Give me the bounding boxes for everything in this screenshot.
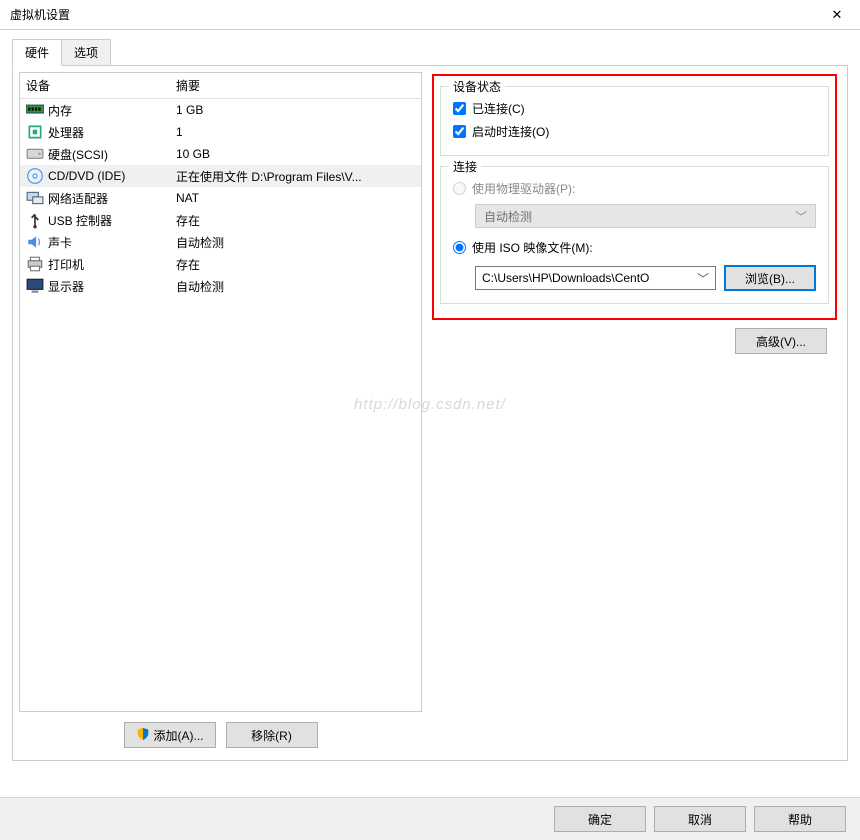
content-area: 设备 摘要 内存 1 GB 处理器 1 xyxy=(12,65,848,761)
connected-label: 已连接(C) xyxy=(472,100,525,117)
row-label: 网络适配器 xyxy=(48,190,176,207)
list-row-network[interactable]: 网络适配器 NAT xyxy=(20,187,421,209)
list-row-cpu[interactable]: 处理器 1 xyxy=(20,121,421,143)
list-header: 设备 摘要 xyxy=(20,73,421,99)
highlight-annotation: 设备状态 已连接(C) 启动时连接(O) 连接 使用物理驱动器(P): xyxy=(432,74,837,320)
row-summary: 存在 xyxy=(176,212,415,229)
auto-detect-value: 自动检测 xyxy=(484,208,532,225)
connect-on-start-checkbox[interactable] xyxy=(453,125,466,138)
row-summary: 自动检测 xyxy=(176,278,415,295)
use-physical-radio[interactable] xyxy=(453,182,466,195)
row-label: 打印机 xyxy=(48,256,176,273)
advanced-button[interactable]: 高级(V)... xyxy=(735,328,827,354)
row-summary: 正在使用文件 D:\Program Files\V... xyxy=(176,168,415,185)
tab-strip: 硬件 选项 xyxy=(0,30,860,65)
connect-on-start-label: 启动时连接(O) xyxy=(472,123,549,140)
chevron-down-icon: ﹀ xyxy=(795,208,807,225)
device-status-group: 设备状态 已连接(C) 启动时连接(O) xyxy=(440,86,829,156)
use-iso-label: 使用 ISO 映像文件(M): xyxy=(472,239,593,256)
list-row-cddvd[interactable]: CD/DVD (IDE) 正在使用文件 D:\Program Files\V..… xyxy=(20,165,421,187)
chevron-down-icon: ﹀ xyxy=(697,270,709,287)
use-physical-label: 使用物理驱动器(P): xyxy=(472,180,575,197)
close-icon: ✕ xyxy=(832,7,843,23)
hdd-icon xyxy=(26,146,44,162)
list-row-sound[interactable]: 声卡 自动检测 xyxy=(20,231,421,253)
row-summary: 自动检测 xyxy=(176,234,415,251)
network-icon xyxy=(26,190,44,206)
tab-hardware[interactable]: 硬件 xyxy=(12,39,62,66)
footer: 确定 取消 帮助 xyxy=(0,797,860,840)
shield-icon xyxy=(136,727,150,744)
list-row-disk[interactable]: 硬盘(SCSI) 10 GB xyxy=(20,143,421,165)
iso-path-combo[interactable]: C:\Users\HP\Downloads\CentO ﹀ xyxy=(475,266,716,290)
titlebar: 虚拟机设置 ✕ xyxy=(0,0,860,30)
browse-button[interactable]: 浏览(B)... xyxy=(724,265,816,291)
row-summary: 1 GB xyxy=(176,103,415,117)
list-row-usb[interactable]: USB 控制器 存在 xyxy=(20,209,421,231)
add-button[interactable]: 添加(A)... xyxy=(124,722,216,748)
row-label: 内存 xyxy=(48,102,176,119)
left-pane: 设备 摘要 内存 1 GB 处理器 1 xyxy=(13,66,428,760)
printer-icon xyxy=(26,256,44,272)
close-button[interactable]: ✕ xyxy=(814,0,860,30)
window-title: 虚拟机设置 xyxy=(10,6,70,23)
row-label: 声卡 xyxy=(48,234,176,251)
add-button-label: 添加(A)... xyxy=(154,727,204,744)
row-label: 显示器 xyxy=(48,278,176,295)
row-summary: NAT xyxy=(176,191,415,205)
right-pane: 设备状态 已连接(C) 启动时连接(O) 连接 使用物理驱动器(P): xyxy=(428,66,847,760)
help-button[interactable]: 帮助 xyxy=(754,806,846,832)
physical-drive-combo: 自动检测 ﹀ xyxy=(475,204,816,228)
row-label: 处理器 xyxy=(48,124,176,141)
remove-button[interactable]: 移除(R) xyxy=(226,722,318,748)
disc-icon xyxy=(26,168,44,184)
device-status-title: 设备状态 xyxy=(449,78,505,95)
connected-checkbox-row[interactable]: 已连接(C) xyxy=(453,97,816,120)
usb-icon xyxy=(26,212,44,228)
cpu-icon xyxy=(26,124,44,140)
tab-options[interactable]: 选项 xyxy=(61,39,111,66)
row-label: CD/DVD (IDE) xyxy=(48,169,176,183)
use-physical-row[interactable]: 使用物理驱动器(P): xyxy=(453,177,816,200)
list-row-display[interactable]: 显示器 自动检测 xyxy=(20,275,421,297)
header-summary[interactable]: 摘要 xyxy=(176,77,415,94)
connection-group: 连接 使用物理驱动器(P): 自动检测 ﹀ 使用 ISO 映像文件(M): xyxy=(440,166,829,304)
speaker-icon xyxy=(26,234,44,250)
list-row-memory[interactable]: 内存 1 GB xyxy=(20,99,421,121)
connection-title: 连接 xyxy=(449,158,481,175)
ok-button[interactable]: 确定 xyxy=(554,806,646,832)
row-summary: 1 xyxy=(176,125,415,139)
row-label: USB 控制器 xyxy=(48,212,176,229)
cancel-button[interactable]: 取消 xyxy=(654,806,746,832)
monitor-icon xyxy=(26,278,44,294)
connect-on-start-row[interactable]: 启动时连接(O) xyxy=(453,120,816,143)
row-summary: 存在 xyxy=(176,256,415,273)
list-row-printer[interactable]: 打印机 存在 xyxy=(20,253,421,275)
iso-path-value: C:\Users\HP\Downloads\CentO xyxy=(482,271,649,285)
memory-icon xyxy=(26,102,44,118)
row-label: 硬盘(SCSI) xyxy=(48,146,176,163)
row-summary: 10 GB xyxy=(176,147,415,161)
use-iso-radio[interactable] xyxy=(453,241,466,254)
device-list: 设备 摘要 内存 1 GB 处理器 1 xyxy=(19,72,422,712)
connected-checkbox[interactable] xyxy=(453,102,466,115)
header-device[interactable]: 设备 xyxy=(26,77,176,94)
use-iso-row[interactable]: 使用 ISO 映像文件(M): xyxy=(453,236,816,259)
